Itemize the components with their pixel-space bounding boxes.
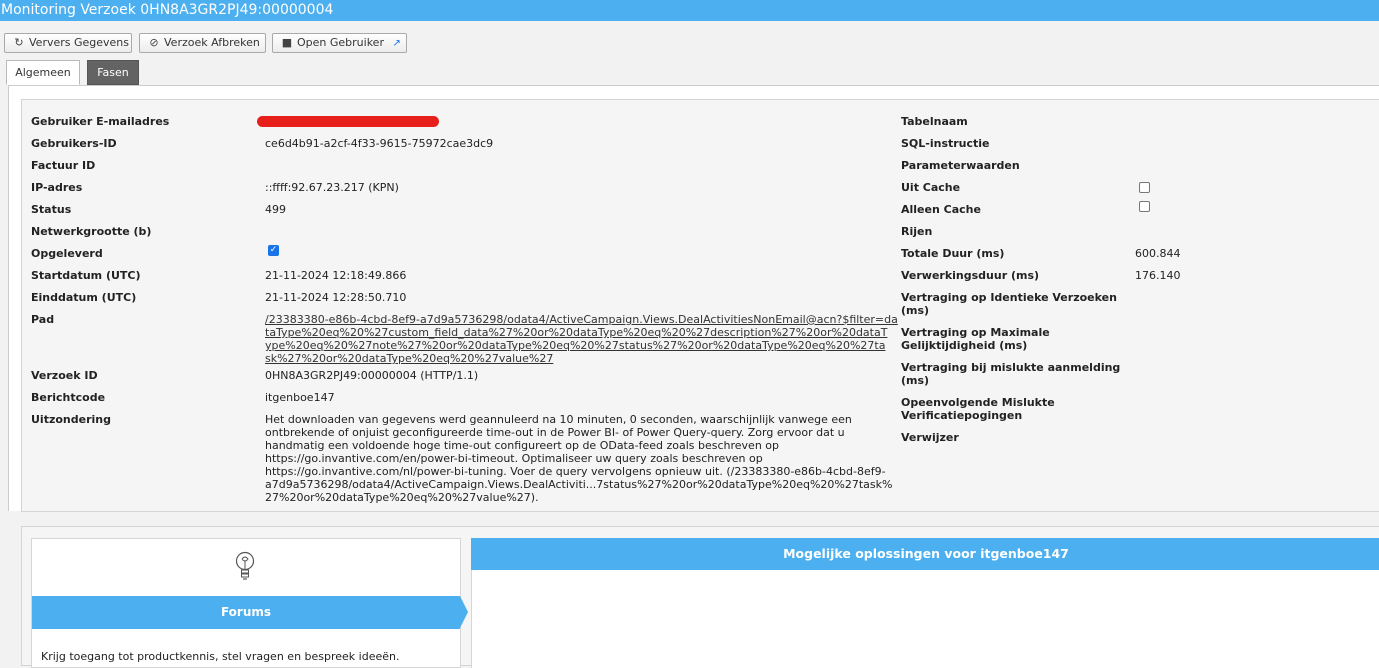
only-cache-label: Alleen Cache <box>901 203 981 216</box>
exception-line-7: 27%20or%20dataType%20eq%20%27value%27). <box>265 491 539 504</box>
user-icon: ■ <box>281 36 293 49</box>
consecutive-failed-label-1: Opeenvolgende Mislukte <box>901 396 1055 409</box>
end-date-label: Einddatum (UTC) <box>31 291 137 304</box>
refresh-icon: ↻ <box>14 36 24 49</box>
delay-identical-label-2: (ms) <box>901 304 930 317</box>
exception-line-4: https://go.invantive.com/en/power-bi-tim… <box>265 452 763 465</box>
delivered-label: Opgeleverd <box>31 247 103 260</box>
refresh-button[interactable]: ↻ Ververs Gegevens <box>4 33 132 53</box>
total-duration-value: 600.844 <box>1135 247 1181 260</box>
window-title: Monitoring Verzoek 0HN8A3GR2PJ49:0000000… <box>0 0 1379 21</box>
open-user-button-label: Open Gebruiker <box>297 36 384 49</box>
user-id-value: ce6d4b91-a2cf-4f33-9615-75972cae3dc9 <box>265 137 494 150</box>
status-value: 499 <box>265 203 286 216</box>
refresh-button-label: Ververs Gegevens <box>29 36 130 49</box>
path-label: Pad <box>31 313 55 326</box>
processing-duration-value: 176.140 <box>1135 269 1181 282</box>
forums-ribbon-arrow <box>460 596 468 628</box>
solutions-title: Mogelijke oplossingen voor itgenboe147 <box>471 538 1379 570</box>
sql-label: SQL-instructie <box>901 137 990 150</box>
abort-request-button-label: Verzoek Afbreken <box>164 36 260 49</box>
start-date-value: 21-11-2024 12:18:49.866 <box>265 269 407 282</box>
from-cache-label: Uit Cache <box>901 181 961 194</box>
exception-line-3: handmatig een voldoende hoge time-out co… <box>265 439 780 452</box>
path-link-line-4[interactable]: sk%27%20or%20dataType%20eq%20%27value%27 <box>265 352 553 365</box>
processing-duration-label: Verwerkingsduur (ms) <box>901 269 1040 282</box>
start-date-label: Startdatum (UTC) <box>31 269 141 282</box>
message-code-label: Berichtcode <box>31 391 106 404</box>
only-cache-checkbox[interactable] <box>1139 201 1150 212</box>
forums-description: Krijg toegang tot productkennis, stel vr… <box>41 650 400 663</box>
exception-line-1: Het downloaden van gegevens werd geannul… <box>265 413 852 426</box>
referrer-label: Verwijzer <box>901 431 959 444</box>
table-name-label: Tabelnaam <box>901 115 968 128</box>
exception-line-6: a7d9a5736298/odata4/ActiveCampaign.Views… <box>265 478 893 491</box>
consecutive-failed-label-2: Verificatiepogingen <box>901 409 1023 422</box>
path-link-line-2[interactable]: taType%20eq%20%27custom_field_data%27%20… <box>265 326 887 339</box>
email-label: Gebruiker E-mailadres <box>31 115 170 128</box>
lightbulb-icon <box>233 550 257 584</box>
tab-fasen[interactable]: Fasen <box>87 60 139 85</box>
path-link-line-3[interactable]: ype%20eq%20%27note%27%20or%20dataType%20… <box>265 339 885 352</box>
network-size-label: Netwerkgrootte (b) <box>31 225 152 238</box>
end-date-value: 21-11-2024 12:28:50.710 <box>265 291 407 304</box>
abort-request-button[interactable]: ⊘ Verzoek Afbreken <box>139 33 266 53</box>
rows-label: Rijen <box>901 225 933 238</box>
user-id-label: Gebruikers-ID <box>31 137 117 150</box>
redacted-email <box>257 116 439 127</box>
delay-max-concurrency-label-1: Vertraging op Maximale <box>901 326 1050 339</box>
message-code-value: itgenboe147 <box>265 391 335 404</box>
request-id-label: Verzoek ID <box>31 369 98 382</box>
delay-max-concurrency-label-2: Gelijktijdigheid (ms) <box>901 339 1028 352</box>
delivered-checkbox[interactable]: ✓ <box>268 245 279 256</box>
delay-identical-label-1: Vertraging op Identieke Verzoeken <box>901 291 1117 304</box>
tab-algemeen[interactable]: Algemeen <box>6 60 80 85</box>
status-label: Status <box>31 203 72 216</box>
ip-value: ::ffff:92.67.23.217 (KPN) <box>265 181 399 194</box>
ban-icon: ⊘ <box>149 36 159 49</box>
from-cache-checkbox[interactable] <box>1139 182 1150 193</box>
exception-line-2: ontbrekende of onjuist geconfigureerde t… <box>265 426 845 439</box>
request-id-value: 0HN8A3GR2PJ49:00000004 (HTTP/1.1) <box>265 369 479 382</box>
path-link-line-1[interactable]: /23383380-e86b-4cbd-8ef9-a7d9a5736298/od… <box>265 313 898 326</box>
exception-label: Uitzondering <box>31 413 111 426</box>
open-user-button[interactable]: ■ Open Gebruiker ↗ <box>272 33 407 53</box>
ip-label: IP-adres <box>31 181 83 194</box>
invoice-id-label: Factuur ID <box>31 159 96 172</box>
external-link-icon: ↗ <box>392 38 401 49</box>
total-duration-label: Totale Duur (ms) <box>901 247 1005 260</box>
delay-failed-login-label-1: Vertraging bij mislukte aanmelding <box>901 361 1121 374</box>
forums-title[interactable]: Forums <box>32 596 460 629</box>
params-label: Parameterwaarden <box>901 159 1020 172</box>
delay-failed-login-label-2: (ms) <box>901 374 930 387</box>
exception-line-5: https://go.invantive.com/nl/power-bi-tun… <box>265 465 886 478</box>
